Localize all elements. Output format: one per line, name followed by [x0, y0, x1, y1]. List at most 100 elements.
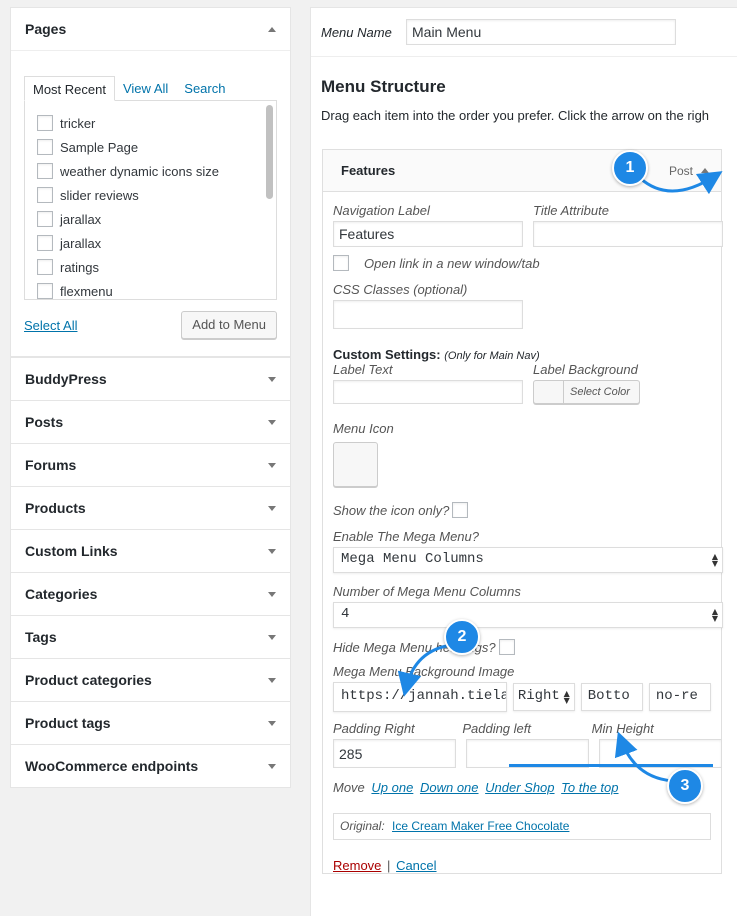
expand-arrow-icon[interactable]	[268, 462, 276, 468]
move-down-one-link[interactable]: Down one	[420, 780, 479, 795]
menu-name-label: Menu Name	[321, 24, 392, 40]
menu-item-title: Features	[341, 163, 396, 178]
list-item[interactable]: ratings	[37, 255, 276, 279]
collapse-arrow-icon[interactable]	[268, 26, 276, 32]
bg-position-y-value: Botto	[587, 688, 630, 704]
bg-position-x-select[interactable]: Right ▲ ▼	[512, 683, 575, 711]
label-text-input[interactable]	[333, 380, 523, 404]
tab-view-all[interactable]: View All	[115, 76, 176, 101]
bg-position-x-value: Right	[517, 688, 560, 704]
add-menu-items-panel: Pages Most Recent View All Search tricke…	[10, 7, 291, 788]
icon-only-label: Show the icon only?	[333, 502, 450, 518]
pages-header[interactable]: Pages	[11, 8, 290, 51]
list-item[interactable]: jarallax	[37, 207, 276, 231]
list-scrollbar[interactable]	[266, 105, 273, 199]
label-text-label: Label Text	[333, 362, 393, 377]
remove-link[interactable]: Remove	[333, 858, 381, 873]
padding-left-label: Padding left	[462, 721, 531, 736]
page-label: weather dynamic icons size	[60, 163, 219, 179]
menu-structure-title: Menu Structure	[321, 77, 446, 96]
menu-name-input[interactable]	[406, 19, 676, 45]
columns-value: 4	[341, 606, 350, 622]
accordion-section[interactable]: WooCommerce endpoints	[11, 744, 290, 787]
page-checkbox[interactable]	[37, 115, 53, 131]
accordion-section[interactable]: Tags	[11, 615, 290, 658]
list-item[interactable]: jarallax	[37, 231, 276, 255]
select-arrows-icon: ▲ ▼	[711, 552, 718, 568]
accordion-section[interactable]: Product categories	[11, 658, 290, 701]
expand-arrow-icon[interactable]	[268, 548, 276, 554]
accordion-section[interactable]: Posts	[11, 400, 290, 443]
nav-label-input[interactable]	[333, 221, 523, 247]
nav-label-label: Navigation Label	[333, 203, 430, 218]
accordion-section[interactable]: BuddyPress	[11, 357, 290, 400]
bg-image-input[interactable]: https://jannah.tiela	[333, 682, 507, 712]
page-checkbox[interactable]	[37, 211, 53, 227]
page-checkbox[interactable]	[37, 259, 53, 275]
accordion-section[interactable]: Forums	[11, 443, 290, 486]
list-item[interactable]: weather dynamic icons size	[37, 159, 276, 183]
label-background-label: Label Background	[533, 362, 638, 377]
page-checkbox[interactable]	[37, 283, 53, 299]
page-checkbox[interactable]	[37, 139, 53, 155]
expand-arrow-icon[interactable]	[268, 677, 276, 683]
page-checkbox[interactable]	[37, 163, 53, 179]
action-separator: |	[387, 858, 391, 873]
list-item[interactable]: Sample Page	[37, 135, 276, 159]
accordion-section[interactable]: Custom Links	[11, 529, 290, 572]
list-item[interactable]: flexmenu	[37, 279, 276, 299]
move-up-one-link[interactable]: Up one	[371, 780, 413, 795]
menu-item-header[interactable]: Features Post	[323, 150, 721, 192]
expand-arrow-icon[interactable]	[268, 419, 276, 425]
pages-tabs: Most Recent View All Search	[24, 76, 277, 101]
expand-arrow-icon[interactable]	[268, 634, 276, 640]
bg-position-y-select[interactable]: Botto	[580, 683, 643, 711]
move-row: Move Up one Down one Under Shop To the t…	[333, 780, 711, 795]
menu-item-features: Features Post Navigation Label Title Att…	[322, 149, 723, 874]
page-checkbox[interactable]	[37, 187, 53, 203]
tab-most-recent[interactable]: Most Recent	[24, 76, 115, 101]
original-box: Original: Ice Cream Maker Free Chocolate	[333, 813, 711, 840]
annotation-badge-2: 2	[444, 619, 480, 655]
accordion-section[interactable]: Products	[11, 486, 290, 529]
add-to-menu-button[interactable]: Add to Menu	[181, 311, 277, 339]
mega-menu-value: Mega Menu Columns	[341, 551, 484, 567]
move-under-shop-link[interactable]: Under Shop	[485, 780, 554, 795]
original-link[interactable]: Ice Cream Maker Free Chocolate	[392, 819, 569, 833]
list-item[interactable]: tricker	[37, 111, 276, 135]
title-attribute-input[interactable]	[533, 221, 723, 247]
pages-list-panel: tricker Sample Page weather dynamic icons …	[24, 100, 277, 300]
expand-arrow-icon[interactable]	[268, 505, 276, 511]
expand-arrow-icon[interactable]	[268, 376, 276, 382]
color-swatch	[534, 381, 564, 403]
expand-arrow-icon[interactable]	[268, 591, 276, 597]
bg-repeat-select[interactable]: no-re	[648, 683, 711, 711]
accordion-section[interactable]: Product tags	[11, 701, 290, 744]
css-classes-input[interactable]	[333, 300, 523, 329]
page-checkbox[interactable]	[37, 235, 53, 251]
select-arrows-icon: ▲ ▼	[563, 689, 570, 705]
tab-search[interactable]: Search	[176, 76, 233, 101]
custom-settings-heading: Custom Settings:	[333, 347, 441, 362]
menu-icon-picker[interactable]	[333, 442, 378, 487]
expand-arrow-icon[interactable]	[268, 720, 276, 726]
new-window-checkbox[interactable]	[333, 255, 349, 271]
page-label: flexmenu	[60, 283, 113, 299]
move-to-top-link[interactable]: To the top	[561, 780, 618, 795]
page-label: jarallax	[60, 211, 102, 227]
padding-right-input[interactable]	[333, 739, 456, 768]
select-color-button[interactable]: Select Color	[533, 380, 640, 404]
mega-menu-select[interactable]: Mega Menu Columns ▲ ▼	[333, 547, 723, 573]
page-label: slider reviews	[60, 187, 139, 203]
select-arrows-icon: ▲ ▼	[711, 607, 718, 623]
move-label: Move	[333, 780, 365, 795]
icon-only-checkbox[interactable]	[452, 502, 469, 518]
list-item[interactable]: slider reviews	[37, 183, 276, 207]
cancel-link[interactable]: Cancel	[396, 858, 436, 873]
accordion-section[interactable]: Categories	[11, 572, 290, 615]
expand-arrow-icon[interactable]	[268, 763, 276, 769]
columns-select[interactable]: 4 ▲ ▼	[333, 602, 723, 628]
item-toggle-arrow-icon[interactable]	[701, 168, 709, 173]
select-all-link[interactable]: Select All	[24, 318, 77, 333]
hide-headings-checkbox[interactable]	[498, 639, 515, 655]
